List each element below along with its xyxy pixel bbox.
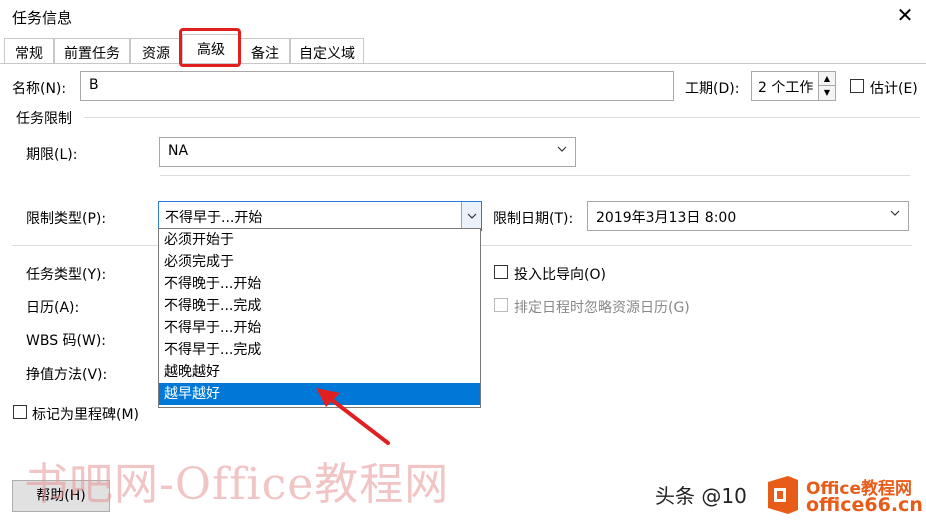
calendar-label: 日历(A): (26, 300, 80, 316)
option-must-start-on[interactable]: 必须开始于 (159, 229, 480, 251)
tab-general[interactable]: 常规 (4, 38, 54, 64)
estimated-checkbox[interactable] (850, 79, 864, 93)
deadline-label: 期限(L): (26, 147, 78, 163)
constraint-type-value: 不得早于...开始 (165, 210, 263, 226)
tab-panel-border (0, 63, 926, 64)
deadline-dropdown[interactable]: NA (159, 137, 576, 167)
constraint-date-label: 限制日期(T): (493, 211, 574, 227)
milestone-checkbox[interactable] (13, 405, 27, 419)
task-type-label: 任务类型(Y): (26, 267, 107, 283)
estimated-label: 估计(E) (870, 81, 918, 97)
constraints-group-label: 任务限制 (16, 111, 72, 127)
close-icon[interactable]: ✕ (892, 4, 918, 28)
name-input[interactable]: B (80, 71, 674, 101)
constraint-type-label: 限制类型(P): (26, 211, 107, 227)
deadline-value: NA (168, 143, 189, 159)
duration-label: 工期(D): (685, 81, 740, 97)
tab-custom-fields[interactable]: 自定义域 (290, 38, 364, 64)
ignore-resource-calendar-label: 排定日程时忽略资源日历(G) (514, 300, 690, 316)
tab-resources[interactable]: 资源 (130, 38, 182, 64)
chevron-down-icon (557, 146, 567, 152)
toutiao-watermark: 头条 @10 (655, 484, 747, 508)
group-divider (84, 117, 920, 118)
tab-predecessors[interactable]: 前置任务 (54, 38, 130, 64)
chevron-down-icon (467, 213, 477, 219)
option-as-late-as-possible[interactable]: 越晚越好 (159, 361, 480, 383)
option-start-no-later-than[interactable]: 不得晚于...开始 (159, 273, 480, 295)
watermark-text: 书吧网-Office教程网 (24, 459, 450, 510)
dropdown-button[interactable] (461, 202, 481, 230)
chevron-down-icon (890, 210, 900, 216)
milestone-label: 标记为里程碑(M) (32, 407, 140, 423)
option-finish-no-earlier-than[interactable]: 不得早于...完成 (159, 339, 480, 361)
section-divider (160, 175, 910, 176)
duration-stepper[interactable]: ▲ ▼ (818, 71, 836, 101)
red-arrow-icon (316, 388, 390, 445)
duration-input[interactable]: 2 个工作 (751, 71, 819, 101)
effort-driven-checkbox[interactable] (494, 265, 508, 279)
ignore-resource-calendar-checkbox[interactable] (494, 298, 508, 312)
tab-notes[interactable]: 备注 (240, 38, 290, 64)
office-logo-icon (768, 476, 798, 514)
constraint-date-dropdown[interactable]: 2019年3月13日 8:00 (587, 201, 909, 231)
constraint-type-options-list: 必须开始于 必须完成于 不得晚于...开始 不得晚于...完成 不得早于...开… (158, 228, 481, 408)
constraint-type-dropdown[interactable]: 不得早于...开始 (158, 201, 482, 231)
wbs-label: WBS 码(W): (26, 333, 107, 349)
stepper-down-icon[interactable]: ▼ (819, 86, 835, 100)
option-finish-no-later-than[interactable]: 不得晚于...完成 (159, 295, 480, 317)
window-title: 任务信息 (12, 9, 73, 27)
option-must-finish-on[interactable]: 必须完成于 (159, 251, 480, 273)
stepper-up-icon[interactable]: ▲ (819, 72, 835, 86)
name-label: 名称(N): (12, 81, 67, 97)
option-start-no-earlier-than[interactable]: 不得早于...开始 (159, 317, 480, 339)
effort-driven-label: 投入比导向(O) (514, 267, 606, 283)
office-url-text: office66.cn (806, 494, 923, 516)
constraint-date-value: 2019年3月13日 8:00 (596, 210, 737, 226)
earned-value-label: 挣值方法(V): (26, 367, 108, 383)
red-highlight-box (179, 28, 241, 67)
